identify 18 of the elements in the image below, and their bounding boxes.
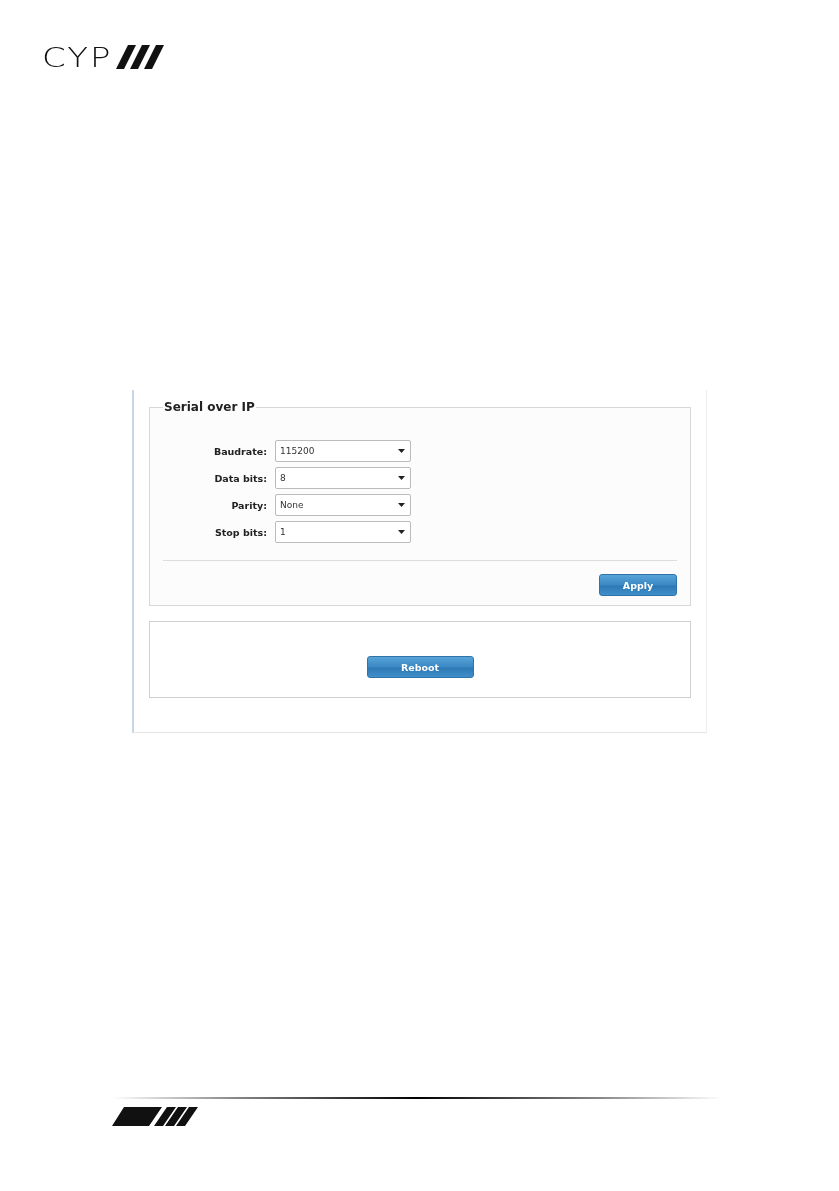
reboot-button[interactable]: Reboot (366, 656, 474, 678)
logo-text: CYP (42, 45, 113, 69)
caret-icon (398, 530, 405, 534)
panel-title: Serial over IP (163, 400, 256, 414)
caret-icon (398, 503, 405, 507)
field-label: Baudrate: (212, 445, 267, 457)
dropdown[interactable]: 8 (275, 467, 411, 489)
dropdown[interactable]: 115200 (275, 440, 411, 462)
field-label: Data bits: (213, 472, 267, 484)
apply-button[interactable]: Apply (599, 574, 677, 596)
dropdown[interactable]: 1 (275, 521, 411, 543)
field-label: Parity: (230, 499, 267, 511)
caret-icon (398, 476, 405, 480)
field-label: Stop bits: (213, 526, 267, 538)
caret-icon (398, 449, 405, 453)
slashes-icon (116, 45, 167, 69)
dropdown[interactable]: None (275, 494, 411, 516)
footer-logo-icon (112, 1107, 198, 1127)
